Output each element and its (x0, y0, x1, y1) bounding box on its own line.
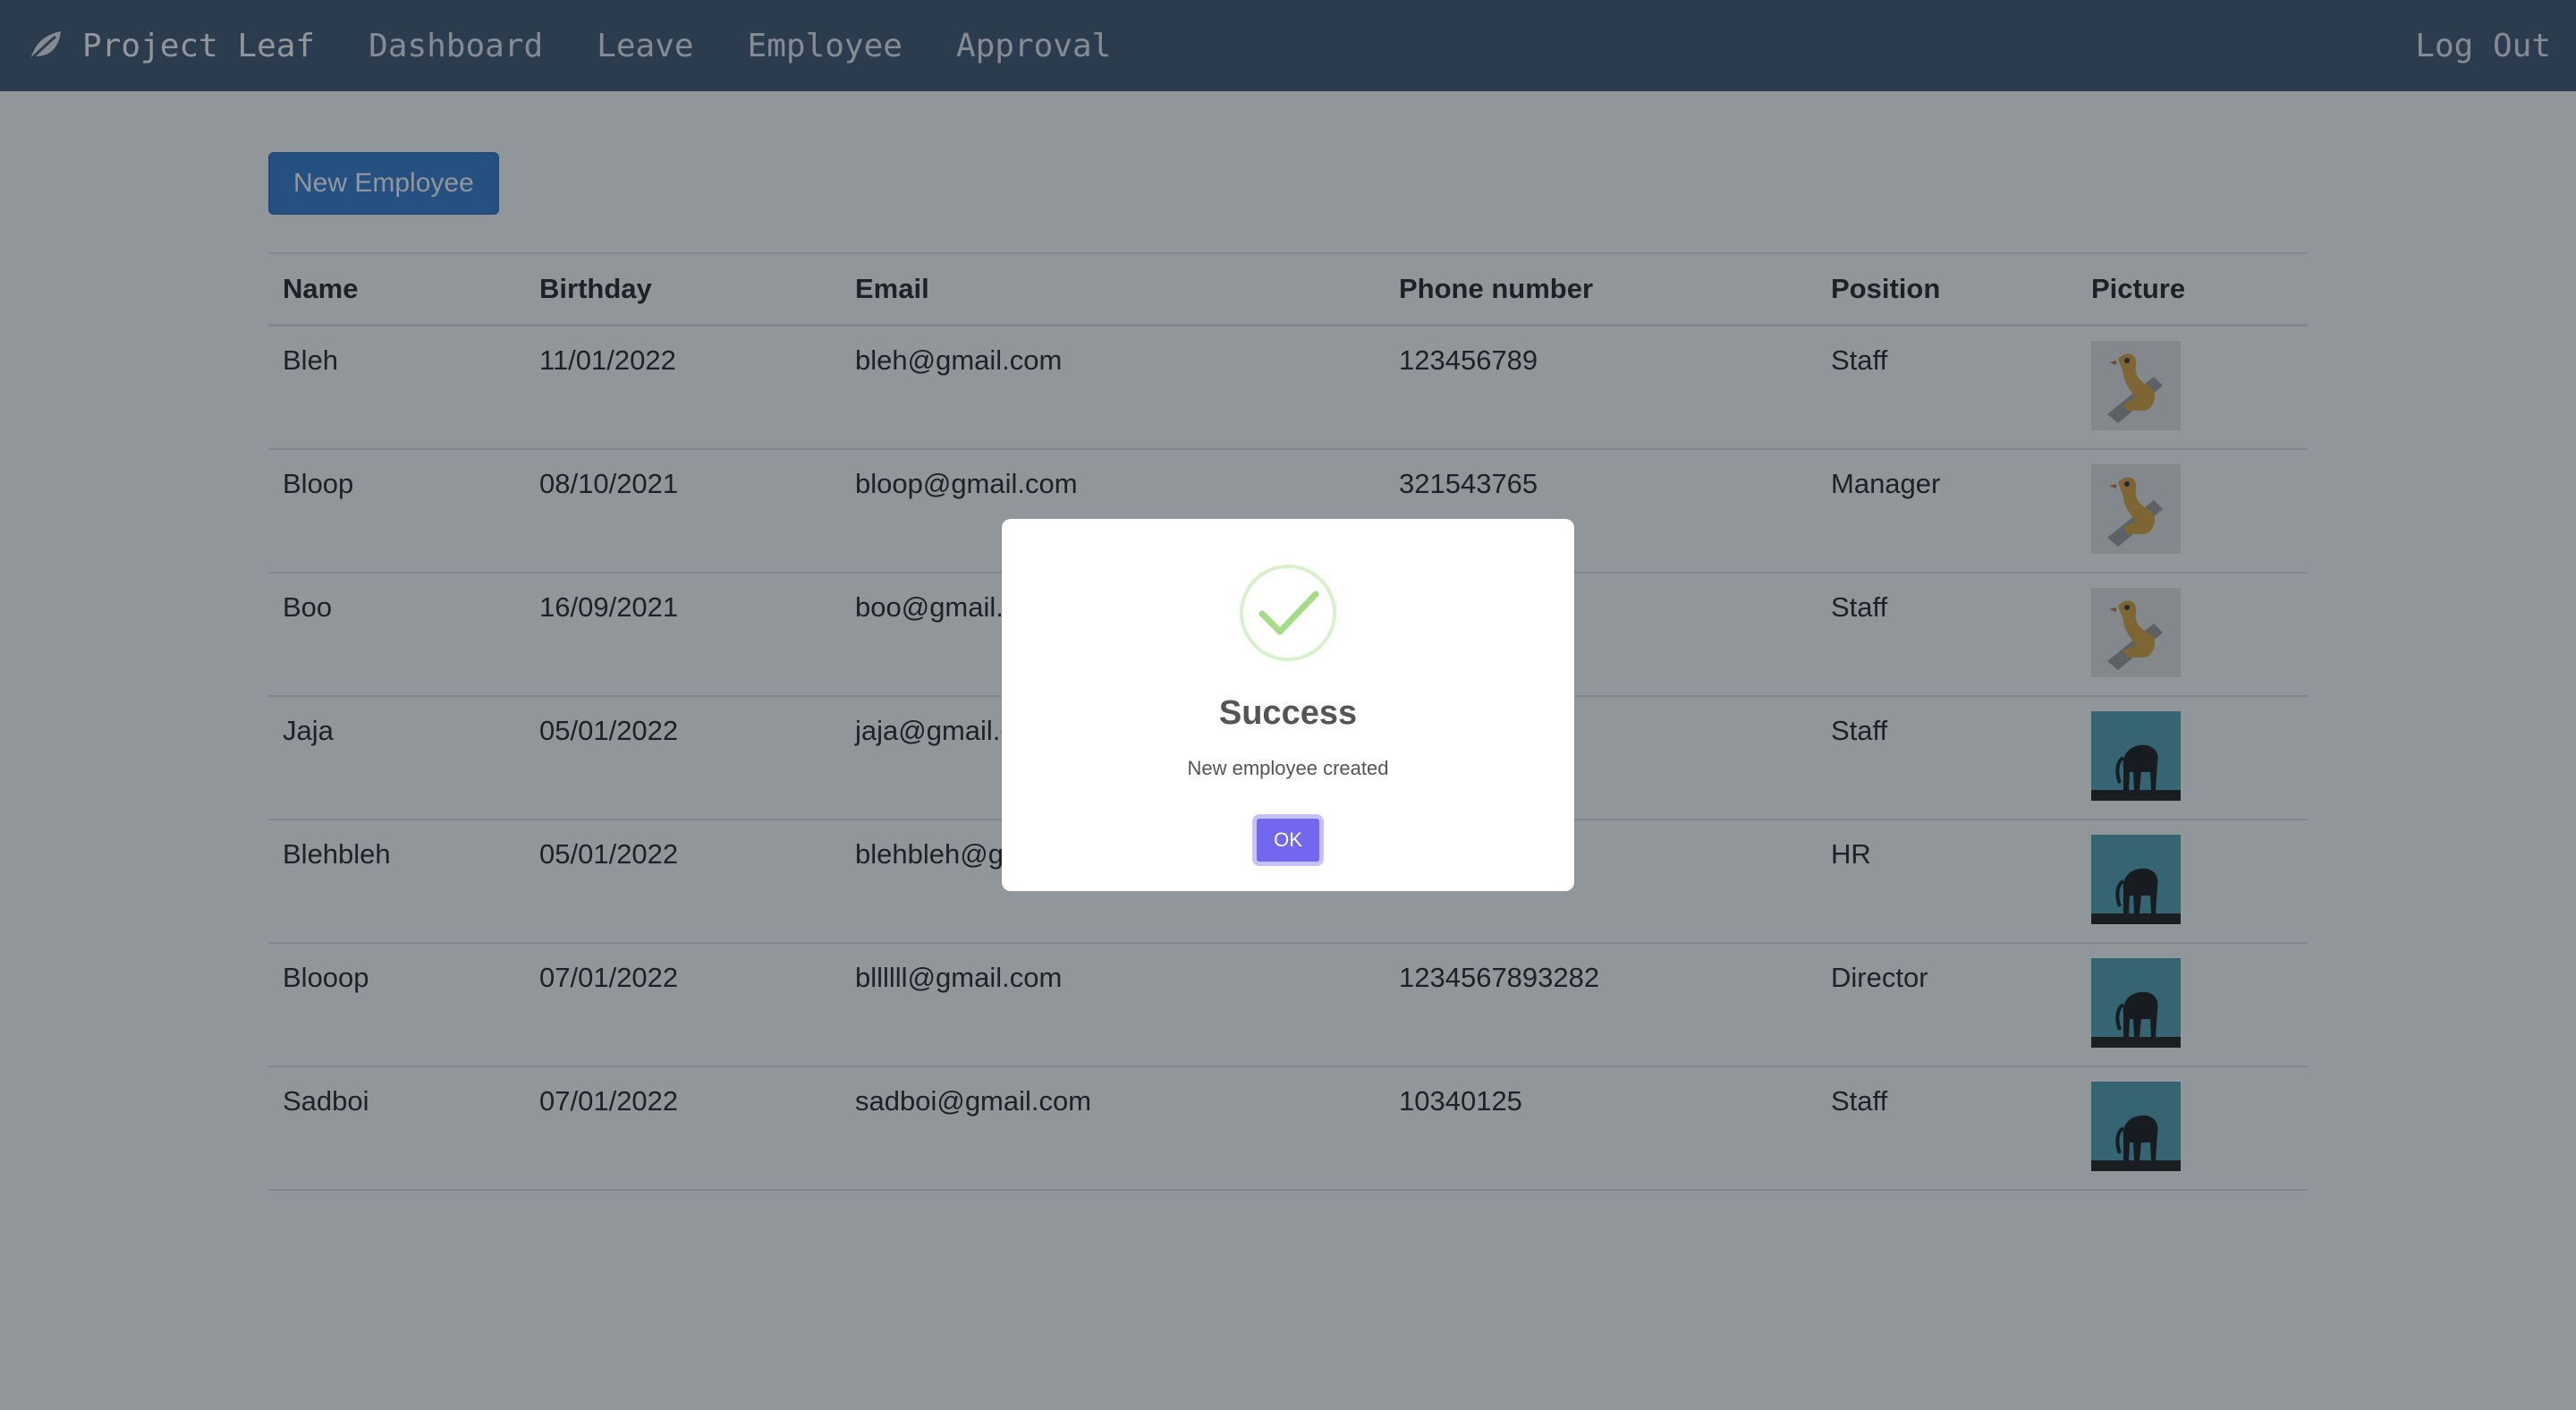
dialog-message: New employee created (1187, 757, 1389, 779)
dialog-title: Success (1218, 694, 1358, 732)
ok-button[interactable]: OK (1252, 814, 1324, 866)
success-dialog: Success New employee created OK (1002, 519, 1574, 891)
success-check-icon (1240, 565, 1336, 661)
